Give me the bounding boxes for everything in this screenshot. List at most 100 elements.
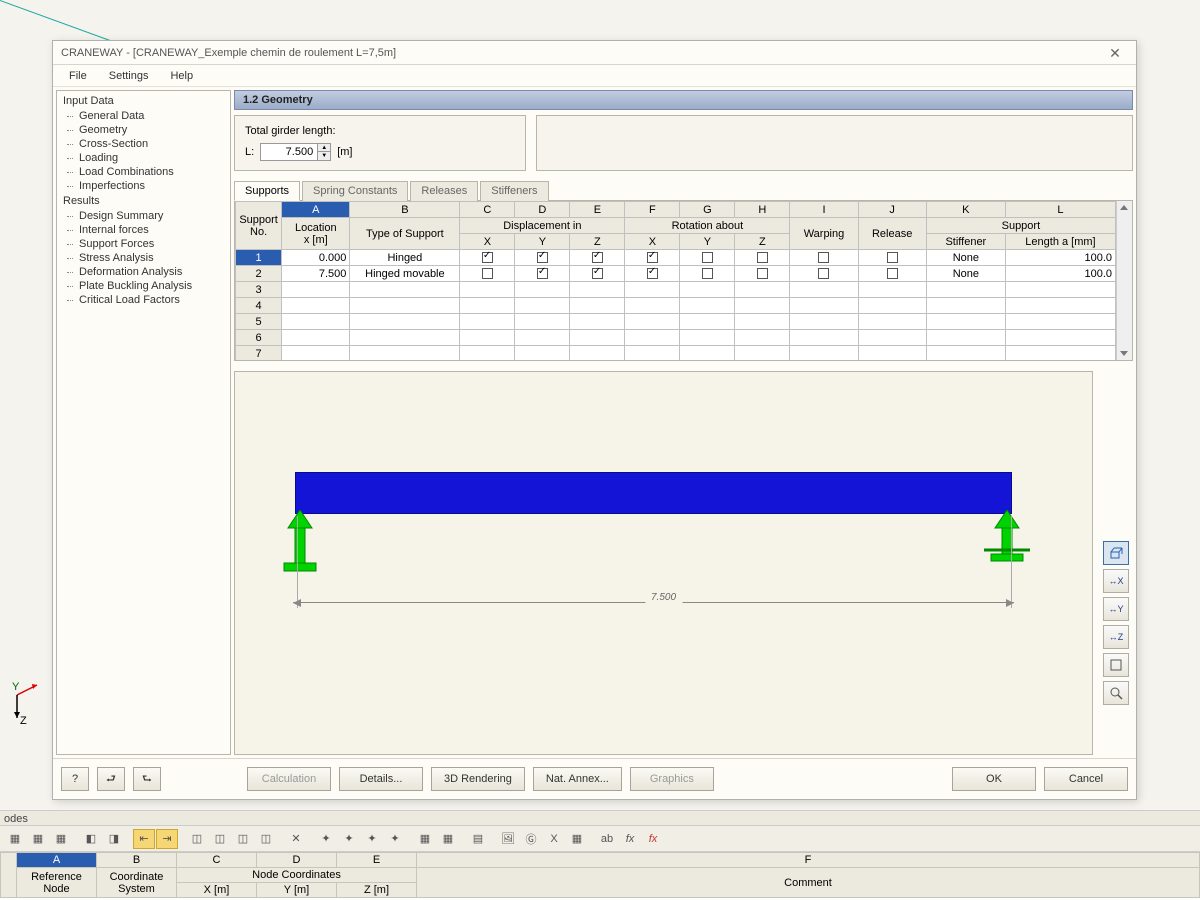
row-header[interactable]: 1 [236,250,282,266]
host-col-b[interactable]: B [97,853,177,868]
checkbox[interactable] [818,252,829,263]
girder-length-input[interactable] [261,144,317,160]
tool-icon[interactable]: ⇤ [133,829,155,849]
cell[interactable] [858,330,926,346]
host-row-corner[interactable] [1,853,17,898]
cell[interactable] [735,298,790,314]
tool-icon[interactable]: fx [642,829,664,849]
tool-icon[interactable]: ✦ [384,829,406,849]
tree-item-support-forces[interactable]: Support Forces [57,237,230,251]
row-header[interactable]: 4 [236,298,282,314]
cell[interactable] [680,250,735,266]
tool-icon[interactable]: ▦ [4,829,26,849]
checkbox[interactable] [647,252,658,263]
calculation-button[interactable]: Calculation [247,767,331,791]
cell[interactable] [460,298,515,314]
checkbox[interactable] [537,252,548,263]
tree-item-general-data[interactable]: General Data [57,109,230,123]
tool-icon[interactable]: ▦ [27,829,49,849]
cell[interactable] [625,346,680,362]
tool-icon[interactable]: 🖼 [497,829,519,849]
col-rot-z[interactable]: Z [735,234,790,250]
tree-item-load-combinations[interactable]: Load Combinations [57,165,230,179]
tool-icon[interactable]: fx [619,829,641,849]
next-button[interactable]: ⮑ [133,767,161,791]
cell[interactable] [570,266,625,282]
cell[interactable] [680,346,735,362]
scrollbar[interactable] [1116,201,1132,360]
host-col-node-coords[interactable]: Node Coordinates [177,868,417,883]
col-support-no[interactable]: Support No. [236,202,282,250]
checkbox[interactable] [887,252,898,263]
tool-icon[interactable]: ab [596,829,618,849]
details-button[interactable]: Details... [339,767,423,791]
girder-length-spinner[interactable]: ▲▼ [260,143,331,161]
cell[interactable] [858,346,926,362]
cancel-button[interactable]: Cancel [1044,767,1128,791]
tool-icon[interactable]: ▦ [50,829,72,849]
col-letter-a[interactable]: A [282,202,350,218]
cell[interactable] [460,346,515,362]
cell[interactable] [680,266,735,282]
3d-rendering-button[interactable]: 3D Rendering [431,767,525,791]
cell[interactable] [926,330,1005,346]
cell[interactable] [282,298,350,314]
col-rot-y[interactable]: Y [680,234,735,250]
cell[interactable] [625,266,680,282]
tab-spring-constants[interactable]: Spring Constants [302,181,408,201]
cell[interactable] [926,298,1005,314]
tool-icon[interactable]: ▦ [566,829,588,849]
col-disp-y[interactable]: Y [515,234,570,250]
host-col-e[interactable]: E [337,853,417,868]
row-header[interactable]: 5 [236,314,282,330]
col-warping[interactable]: Warping [790,218,858,250]
tool-icon[interactable]: ◨ [103,829,125,849]
tab-supports[interactable]: Supports [234,181,300,201]
cell[interactable] [625,250,680,266]
cell[interactable] [460,282,515,298]
tool-icon[interactable]: ✕ [285,829,307,849]
cell[interactable] [735,266,790,282]
cell[interactable] [460,314,515,330]
cell[interactable] [790,250,858,266]
cell[interactable] [460,330,515,346]
menu-help[interactable]: Help [160,67,203,85]
cell[interactable] [515,282,570,298]
col-letter-b[interactable]: B [350,202,460,218]
host-col-coord-sys[interactable]: Coordinate System [97,868,177,898]
host-grid[interactable]: A B C D E F Reference Node Coordinate Sy… [0,852,1200,900]
beam-visualization[interactable]: 7.500 [234,371,1093,755]
cell[interactable] [570,314,625,330]
cell[interactable] [570,298,625,314]
tree-item-loading[interactable]: Loading [57,151,230,165]
tool-icon[interactable]: Ⓖ [520,829,542,849]
tree-item-design-summary[interactable]: Design Summary [57,209,230,223]
cell[interactable] [680,330,735,346]
cell[interactable] [926,314,1005,330]
tool-icon[interactable]: ▦ [414,829,436,849]
cell[interactable] [515,250,570,266]
cell[interactable] [460,250,515,266]
row-header[interactable]: 3 [236,282,282,298]
col-letter-f[interactable]: F [625,202,680,218]
row-header[interactable]: 7 [236,346,282,362]
checkbox[interactable] [592,252,603,263]
cell[interactable] [350,330,460,346]
col-stiffener[interactable]: Stiffener [926,234,1005,250]
cell[interactable] [282,330,350,346]
cell-type[interactable]: Hinged [350,250,460,266]
cell[interactable] [282,314,350,330]
tool-icon[interactable]: ◫ [186,829,208,849]
cell[interactable] [858,282,926,298]
col-rot-x[interactable]: X [625,234,680,250]
host-col-y[interactable]: Y [m] [257,883,337,898]
cell[interactable] [680,298,735,314]
cell[interactable] [1005,298,1115,314]
col-letter-h[interactable]: H [735,202,790,218]
col-disp-z[interactable]: Z [570,234,625,250]
cell[interactable] [625,330,680,346]
cell[interactable] [790,330,858,346]
col-letter-i[interactable]: I [790,202,858,218]
cell[interactable] [282,346,350,362]
cell[interactable] [1005,330,1115,346]
